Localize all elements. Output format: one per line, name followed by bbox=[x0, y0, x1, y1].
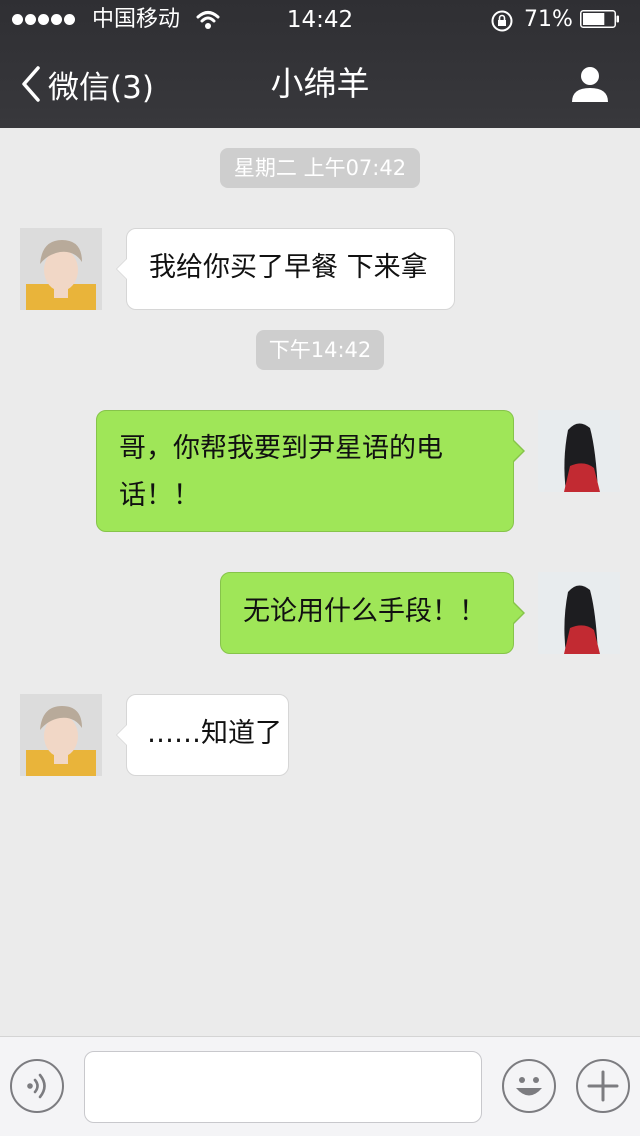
contact-avatar[interactable] bbox=[20, 694, 102, 776]
contact-avatar[interactable] bbox=[20, 228, 102, 310]
timestamp: 下午14:42 bbox=[256, 330, 384, 370]
voice-icon bbox=[27, 1073, 46, 1099]
person-icon[interactable] bbox=[570, 64, 610, 104]
status-bar: 中国移动 14:42 71% bbox=[0, 0, 640, 40]
message-text: 我给你买了早餐 下来拿 bbox=[149, 252, 428, 283]
message-bubble-outgoing[interactable]: 哥，你帮我要到尹星语的电 话！！ bbox=[96, 410, 525, 532]
rotation-lock-icon bbox=[491, 10, 513, 32]
message-text: ……知道了 bbox=[147, 718, 282, 749]
message-text: 无论用什么手段！！ bbox=[243, 596, 486, 627]
message-text: 哥，你帮我要到尹星语的电 bbox=[119, 433, 443, 464]
more-button[interactable] bbox=[576, 1059, 630, 1113]
message-bubble-incoming[interactable]: ……知道了 bbox=[116, 694, 289, 776]
message-bubble-outgoing[interactable]: 无论用什么手段！！ bbox=[220, 572, 525, 654]
plus-icon bbox=[587, 1070, 619, 1102]
voice-button[interactable] bbox=[10, 1059, 64, 1113]
emoji-icon bbox=[516, 1077, 542, 1096]
emoji-button[interactable] bbox=[502, 1059, 556, 1113]
battery-percentage: 71% bbox=[524, 7, 573, 32]
chat-title: 小绵羊 bbox=[270, 64, 370, 103]
message-input[interactable] bbox=[84, 1051, 482, 1123]
chat-area[interactable]: 星期二 上午07:42 我给你买了早餐 下来拿 下午14:42 哥，你帮我要到尹… bbox=[0, 128, 640, 1036]
top-bar: 中国移动 14:42 71% 微信(3) 小绵羊 bbox=[0, 0, 640, 128]
navigation-bar: 微信(3) 小绵羊 bbox=[0, 40, 640, 128]
message-bubble-incoming[interactable]: 我给你买了早餐 下来拿 bbox=[116, 228, 455, 310]
timestamp: 星期二 上午07:42 bbox=[220, 148, 420, 188]
message-text: 话！！ bbox=[119, 480, 200, 511]
input-bar bbox=[0, 1036, 640, 1136]
user-avatar[interactable] bbox=[538, 410, 620, 492]
battery-icon bbox=[580, 10, 619, 28]
user-avatar[interactable] bbox=[538, 572, 620, 654]
